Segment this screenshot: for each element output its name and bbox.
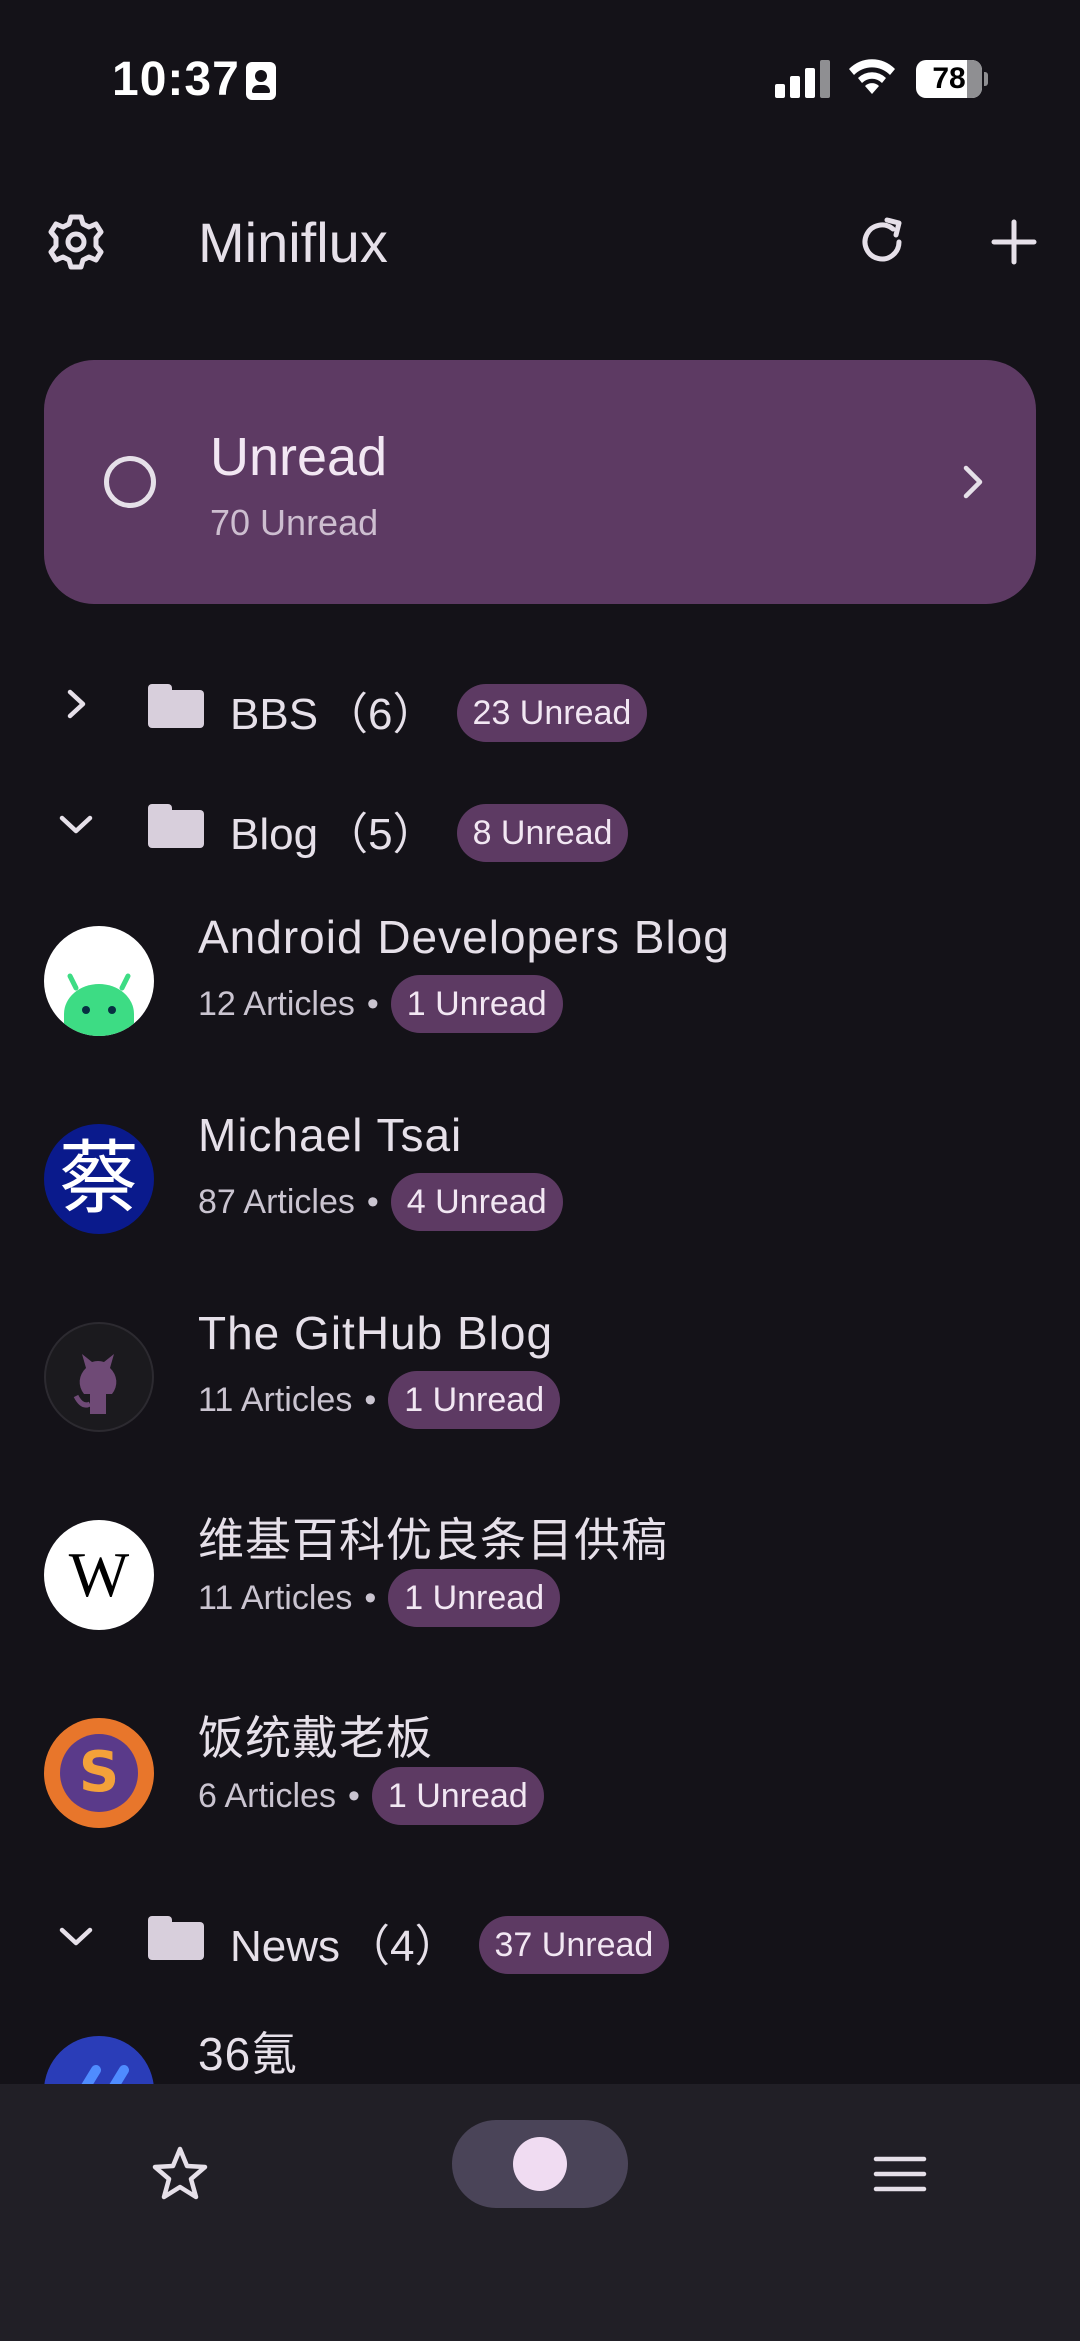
settings-button[interactable] — [40, 206, 112, 278]
feed-title: Michael Tsai — [198, 1109, 463, 1161]
feed-meta: 6 Articles • 1 Unread — [198, 1766, 544, 1826]
refresh-icon — [862, 217, 902, 262]
separator: • — [364, 1578, 377, 1617]
avatar-glyph: S — [78, 1740, 120, 1805]
article-count: 12 Articles — [198, 984, 355, 1023]
feed-meta: 11 Articles • 1 Unread — [198, 1568, 561, 1628]
folder-name: BBS — [230, 690, 319, 739]
chevron-right-icon[interactable] — [44, 676, 108, 732]
36kr-icon — [44, 2036, 154, 2084]
avatar-glyph: W — [68, 1539, 130, 1610]
battery-icon: 78 — [916, 60, 988, 98]
feed-title: 36氪 — [198, 2028, 299, 2080]
plus-icon — [991, 219, 1037, 265]
separator: • — [366, 1182, 379, 1221]
feed-row-36kr[interactable]: 36氪 — [0, 2010, 1080, 2084]
unread-badge: 37 Unread — [478, 1916, 670, 1975]
avatar-glyph: 蔡 — [59, 1132, 139, 1225]
app-screen: 10:37 78 Miniflux Unread 70 Unread BBS （… — [0, 0, 1080, 2341]
feed-list: BBS （6） 23 Unread Blog （5） 8 Unread Andr… — [0, 640, 1080, 2084]
article-count: 6 Articles — [198, 1776, 336, 1815]
unread-badge: 23 Unread — [456, 684, 648, 743]
refresh-button[interactable] — [846, 206, 918, 278]
android-icon — [44, 926, 154, 1036]
menu-button[interactable] — [862, 2136, 938, 2212]
chevron-right-icon — [944, 454, 1000, 510]
folder-icon — [148, 684, 204, 728]
app-title: Miniflux — [198, 211, 388, 274]
github-icon — [44, 1322, 154, 1432]
unread-count: 70 Unread — [210, 502, 379, 543]
starred-button[interactable] — [142, 2136, 218, 2212]
contact-card-icon — [246, 62, 276, 100]
folder-name: News — [230, 1922, 341, 1971]
status-bar: 10:37 78 — [0, 0, 1080, 160]
separator: • — [366, 984, 379, 1023]
app-bar: Miniflux — [0, 180, 1080, 300]
feed-row-wikipedia[interactable]: W 维基百科优良条目供稿 11 Articles • 1 Unread — [0, 1484, 1080, 1682]
feed-title: Android Developers Blog — [198, 911, 730, 963]
bottom-navigation — [0, 2084, 1080, 2341]
folder-row-blog[interactable]: Blog （5） 8 Unread — [0, 774, 1080, 874]
feed-meta: 11 Articles • 1 Unread — [198, 1370, 561, 1430]
feed-meta: 12 Articles • 1 Unread — [198, 974, 563, 1034]
feed-row-fantong-dai-laoban[interactable]: S 饭统戴老板 6 Articles • 1 Unread — [0, 1682, 1080, 1880]
unread-badge: 8 Unread — [456, 804, 629, 863]
sohu-icon: S — [44, 1718, 154, 1828]
cellular-signal-icon — [775, 58, 831, 98]
unread-filter-toggle[interactable] — [452, 2120, 628, 2208]
status-time: 10:37 — [112, 53, 240, 106]
filled-circle-icon — [513, 2137, 567, 2191]
article-count: 11 Articles — [198, 1578, 353, 1617]
separator: • — [364, 1380, 377, 1419]
add-feed-button[interactable] — [978, 206, 1050, 278]
feed-row-android-developers-blog[interactable]: Android Developers Blog 12 Articles • 1 … — [0, 890, 1080, 1088]
unread-badge: 1 Unread — [388, 1569, 561, 1627]
folder-icon — [148, 1916, 204, 1960]
folder-count: （4） — [346, 1922, 459, 1971]
feed-title: 饭统戴老板 — [198, 1712, 433, 1764]
unread-circle-icon — [104, 456, 156, 508]
feed-title: The GitHub Blog — [198, 1307, 554, 1359]
folder-count: （6） — [324, 690, 437, 739]
folder-icon — [148, 804, 204, 848]
unread-badge: 1 Unread — [371, 1767, 544, 1825]
unread-badge: 4 Unread — [390, 1173, 563, 1231]
michael-tsai-icon: 蔡 — [44, 1124, 154, 1234]
feed-row-michael-tsai[interactable]: 蔡 Michael Tsai 87 Articles • 4 Unread — [0, 1088, 1080, 1286]
wifi-icon — [849, 59, 895, 94]
folder-name: Blog — [230, 810, 319, 859]
chevron-down-icon[interactable] — [44, 1908, 108, 1964]
folder-row-bbs[interactable]: BBS （6） 23 Unread — [0, 654, 1080, 754]
article-count: 87 Articles — [198, 1182, 355, 1221]
hamburger-menu-icon — [873, 2156, 927, 2192]
separator: • — [347, 1776, 360, 1815]
feed-row-github-blog[interactable]: The GitHub Blog 11 Articles • 1 Unread — [0, 1286, 1080, 1484]
battery-level: 78 — [932, 62, 966, 95]
unread-badge: 1 Unread — [388, 1371, 561, 1429]
folder-row-news[interactable]: News （4） 37 Unread — [0, 1886, 1080, 1986]
chevron-down-icon[interactable] — [44, 796, 108, 852]
unread-title: Unread — [210, 427, 388, 487]
feed-title: 维基百科优良条目供稿 — [198, 1514, 668, 1566]
feed-meta: 87 Articles • 4 Unread — [198, 1172, 563, 1232]
unread-badge: 1 Unread — [390, 975, 563, 1033]
article-count: 11 Articles — [198, 1380, 353, 1419]
gear-icon — [48, 214, 104, 270]
star-icon — [152, 2146, 208, 2200]
folder-count: （5） — [324, 810, 437, 859]
wikipedia-icon: W — [44, 1520, 154, 1630]
unread-card[interactable]: Unread 70 Unread — [44, 360, 1036, 604]
